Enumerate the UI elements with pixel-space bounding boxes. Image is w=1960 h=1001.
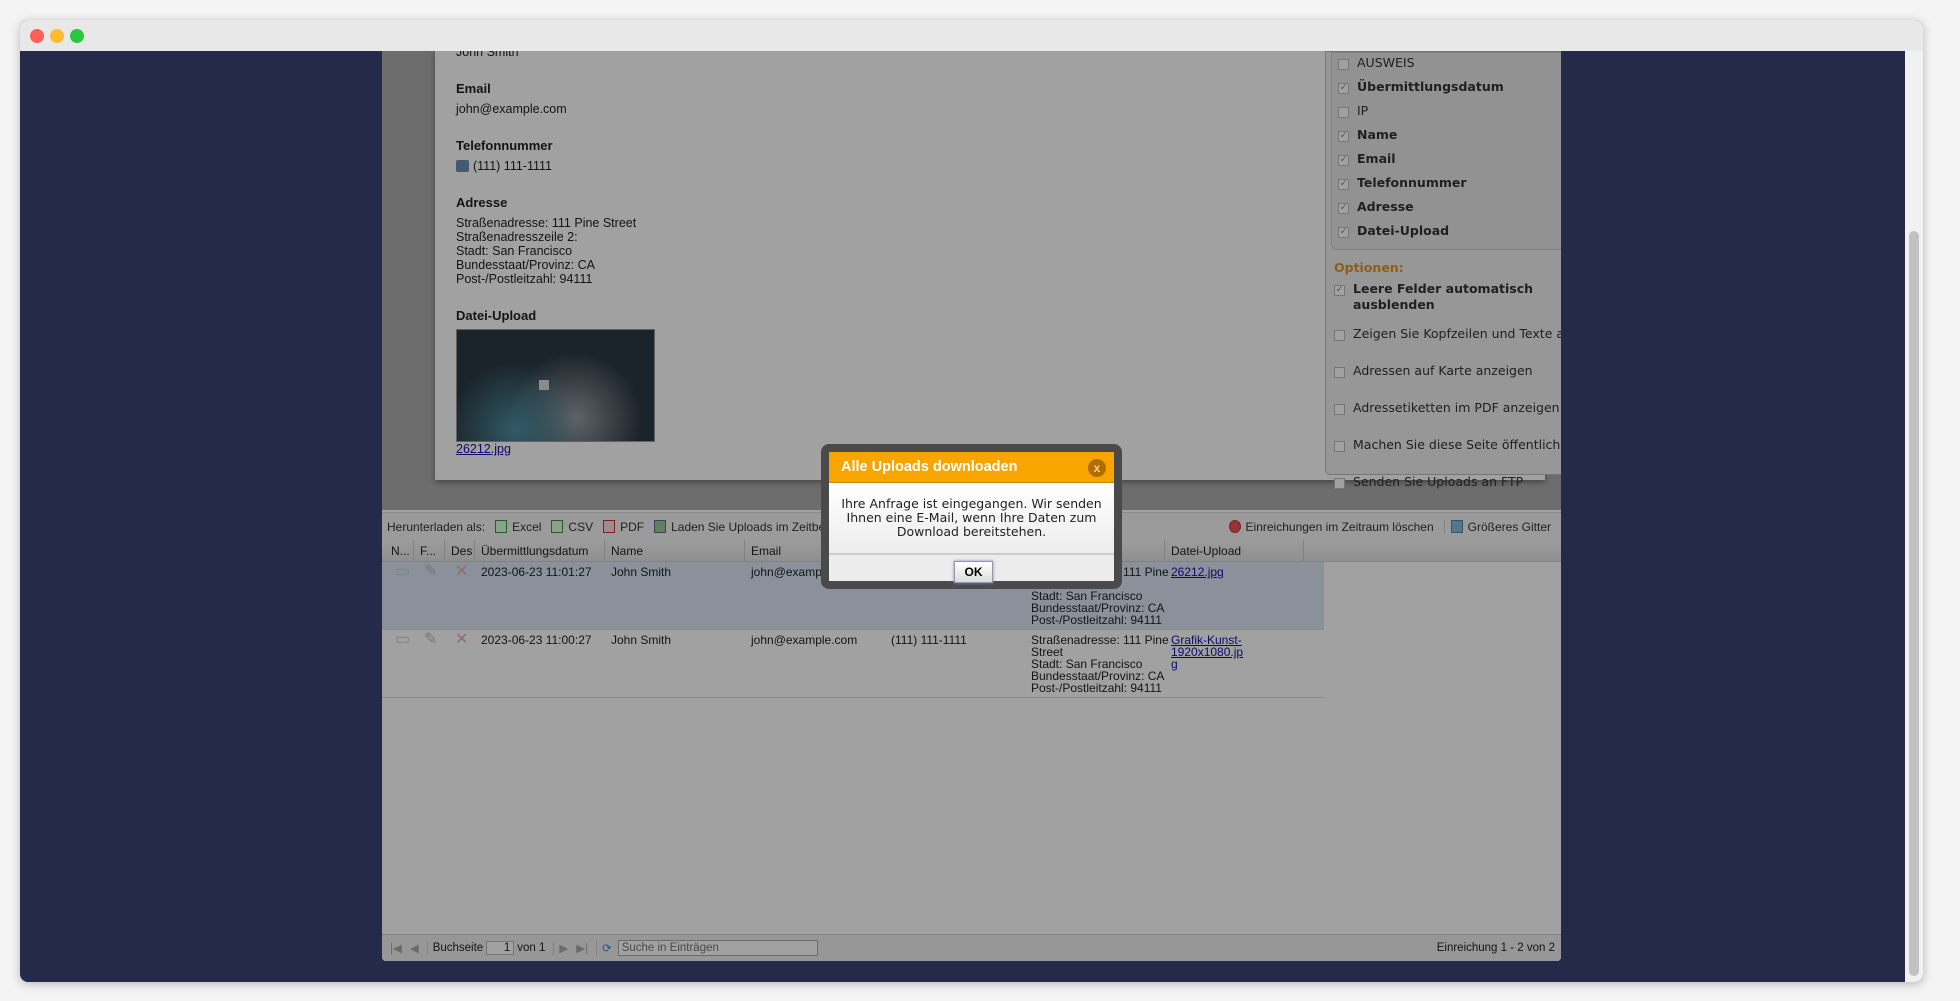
scrollbar-thumb[interactable]	[1909, 231, 1919, 976]
close-window-button[interactable]	[30, 29, 44, 43]
minimize-window-button[interactable]	[50, 29, 64, 43]
title-bar	[20, 20, 1923, 51]
dialog-title: Alle Uploads downloaden	[841, 459, 1018, 475]
maximize-window-button[interactable]	[70, 29, 84, 43]
dialog-message: Ihre Anfrage ist eingegangen. Wir senden…	[829, 483, 1114, 555]
download-dialog: Alle Uploads downloaden x Ihre Anfrage is…	[821, 444, 1122, 589]
page-scrollbar[interactable]	[1905, 51, 1923, 982]
ok-button[interactable]: OK	[954, 561, 993, 583]
close-icon[interactable]: x	[1088, 459, 1106, 477]
